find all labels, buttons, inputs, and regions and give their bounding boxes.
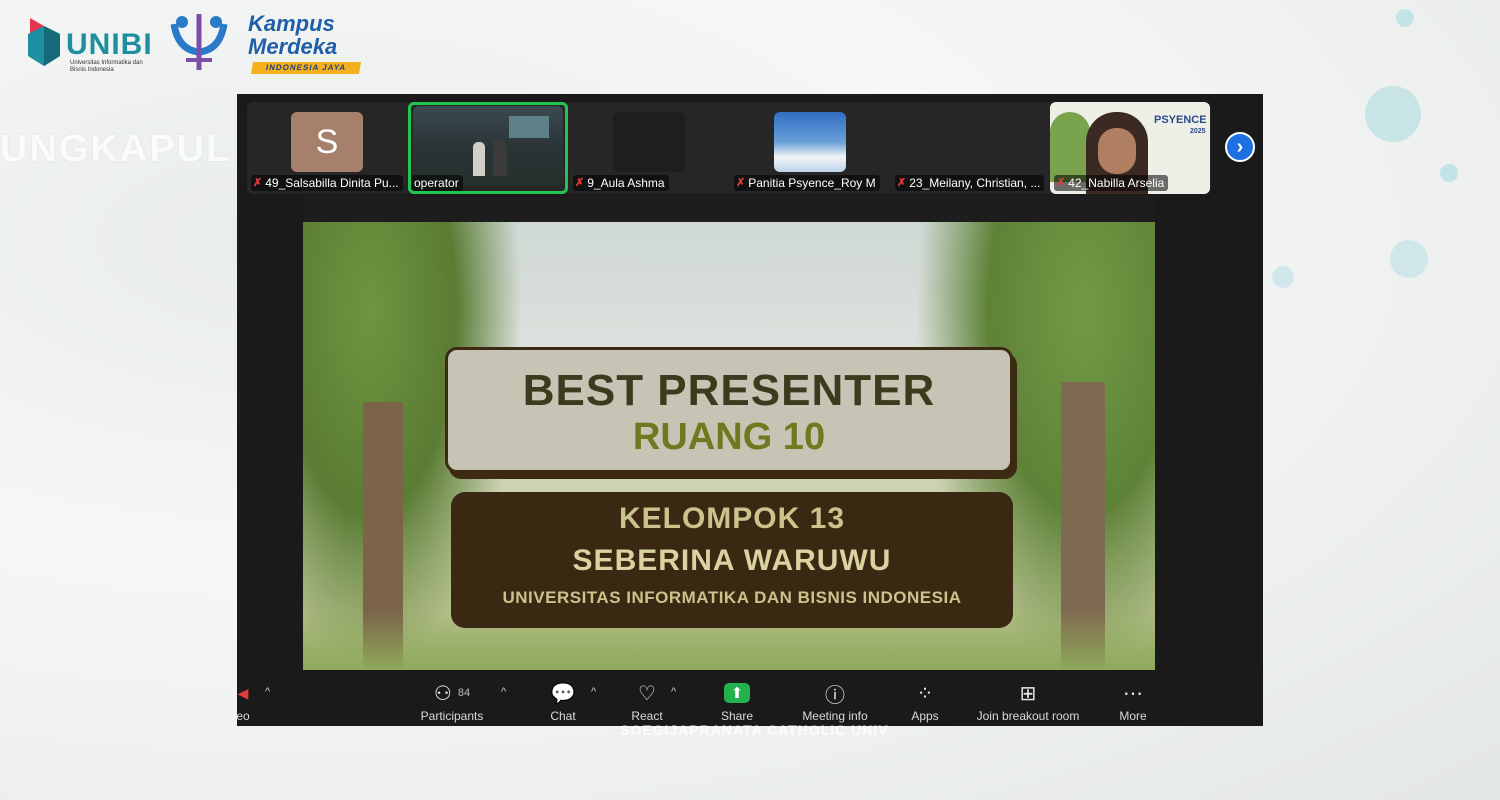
heart-icon: ♡ [638,682,656,705]
unibi-mark-icon [28,18,60,66]
share-button[interactable]: ⬆ Share [717,680,757,723]
muted-mic-icon: ✗ [897,177,907,189]
slide-room: RUANG 10 [632,416,826,458]
background-ghost-text: UNGKAPUL [0,128,232,170]
participant-name: operator [414,176,459,190]
breakout-grid-icon: ⊞ [1019,682,1037,705]
chevron-right-icon: › [1236,135,1244,158]
participant-name: 9_Aula Ashma [587,176,665,190]
muted-mic-icon: ✗ [1056,177,1066,189]
muted-mic-icon: ✗ [736,177,746,189]
participant-tile-active-speaker[interactable]: operator [408,102,568,194]
participants-button[interactable]: ⚇ 84 Participants [419,680,485,724]
slide-presenter-name: SEBERINA WARUWU [572,544,892,577]
slide-group: KELOMPOK 13 [618,502,846,535]
video-feed [774,112,846,172]
slide-title: BEST PRESENTER [522,366,936,415]
react-button[interactable]: ♡ React [629,680,665,724]
participant-tile[interactable]: ✗ Panitia Psyence_Roy M [730,102,890,194]
participant-name: 42_Nabilla Arselia [1068,176,1165,190]
slide-university: UNIVERSITAS INFORMATIKA DAN BISNIS INDON… [502,588,962,607]
share-arrow-icon: ⬆ [724,683,750,703]
chat-options-caret[interactable]: ^ [591,686,596,698]
video-button[interactable]: ◀ eo [233,680,253,724]
next-page-button[interactable]: › [1225,132,1255,162]
participant-name: 23_Meilany, Christian, ... [909,176,1041,190]
participant-strip: S ✗ 49_Salsabilla Dinita Pu... operator ✗… [247,102,1211,194]
video-feed [613,112,685,172]
participant-tile[interactable]: ✗ 9_Aula Ashma [569,102,729,194]
slide-title-card: BEST PRESENTER RUANG 10 [445,347,1013,473]
video-off-icon: ◀ [237,684,249,701]
tree-illustration [1050,112,1090,182]
psyence-year: 2025 [1190,128,1206,135]
react-options-caret[interactable]: ^ [671,686,676,698]
apps-icon: ⁘ [916,682,934,705]
participant-tile[interactable]: ✗ 23_Meilany, Christian, ... [891,102,1051,194]
participant-tile[interactable]: S ✗ 49_Salsabilla Dinita Pu... [247,102,407,194]
muted-mic-icon: ✗ [575,177,585,189]
meeting-info-button[interactable]: ⓘ Meeting info [797,680,873,724]
slide-presenter-card: KELOMPOK 13 SEBERINA WARUWU UNIVERSITAS … [451,492,1013,628]
participant-name: Panitia Psyence_Roy M [748,176,876,190]
join-breakout-room-button[interactable]: ⊞ Join breakout room [971,680,1085,724]
muted-mic-icon: ✗ [253,177,263,189]
video-feed [413,106,563,186]
info-icon: ⓘ [825,684,845,707]
more-button[interactable]: ⋯ More [1115,680,1151,724]
psyence-label: PSYENCE [1154,114,1207,126]
apps-button[interactable]: ⁘ Apps [907,680,943,724]
video-options-caret[interactable]: ^ [265,686,270,698]
participants-icon: ⚇ [433,682,452,705]
participant-tile[interactable]: PSYENCE 2025 ✗ 42_Nabilla Arselia [1050,102,1210,194]
kampus-merdeka-wordmark: Kampus Merdeka [248,11,338,59]
slide-background: BEST PRESENTER RUANG 10 KELOMPOK 13 SEBE… [303,222,1155,670]
participants-options-caret[interactable]: ^ [501,686,506,698]
kampus-merdeka-tagline: INDONESIA JAYA [250,62,362,74]
shared-screen: BEST PRESENTER RUANG 10 KELOMPOK 13 SEBE… [303,196,1155,670]
zoom-meeting-window: S ✗ 49_Salsabilla Dinita Pu... operator ✗… [236,94,1263,726]
background-underlay-text: SOEGIJAPRANATA CATHOLIC UNIV [620,722,889,738]
psi-logo-icon [170,14,228,70]
participant-name: 49_Salsabilla Dinita Pu... [265,176,399,190]
chat-button[interactable]: 💬 Chat [545,680,581,724]
avatar: S [291,112,363,172]
kampus-merdeka-logo: Kampus Merdeka INDONESIA JAYA [248,12,368,82]
meeting-toolbar: ◀ eo ^ ⚇ 84 Participants ^ 💬 Chat ^ ♡ Rea… [236,676,1263,726]
unibi-logo: UNIBI Universitas Informatika dan Bisnis… [26,12,152,78]
chat-icon: 💬 [550,682,576,705]
participants-count: 84 [457,687,471,699]
unibi-subtitle: Universitas Informatika dan Bisnis Indon… [70,60,143,73]
more-ellipsis-icon: ⋯ [1123,682,1143,705]
unibi-wordmark: UNIBI [66,28,153,61]
